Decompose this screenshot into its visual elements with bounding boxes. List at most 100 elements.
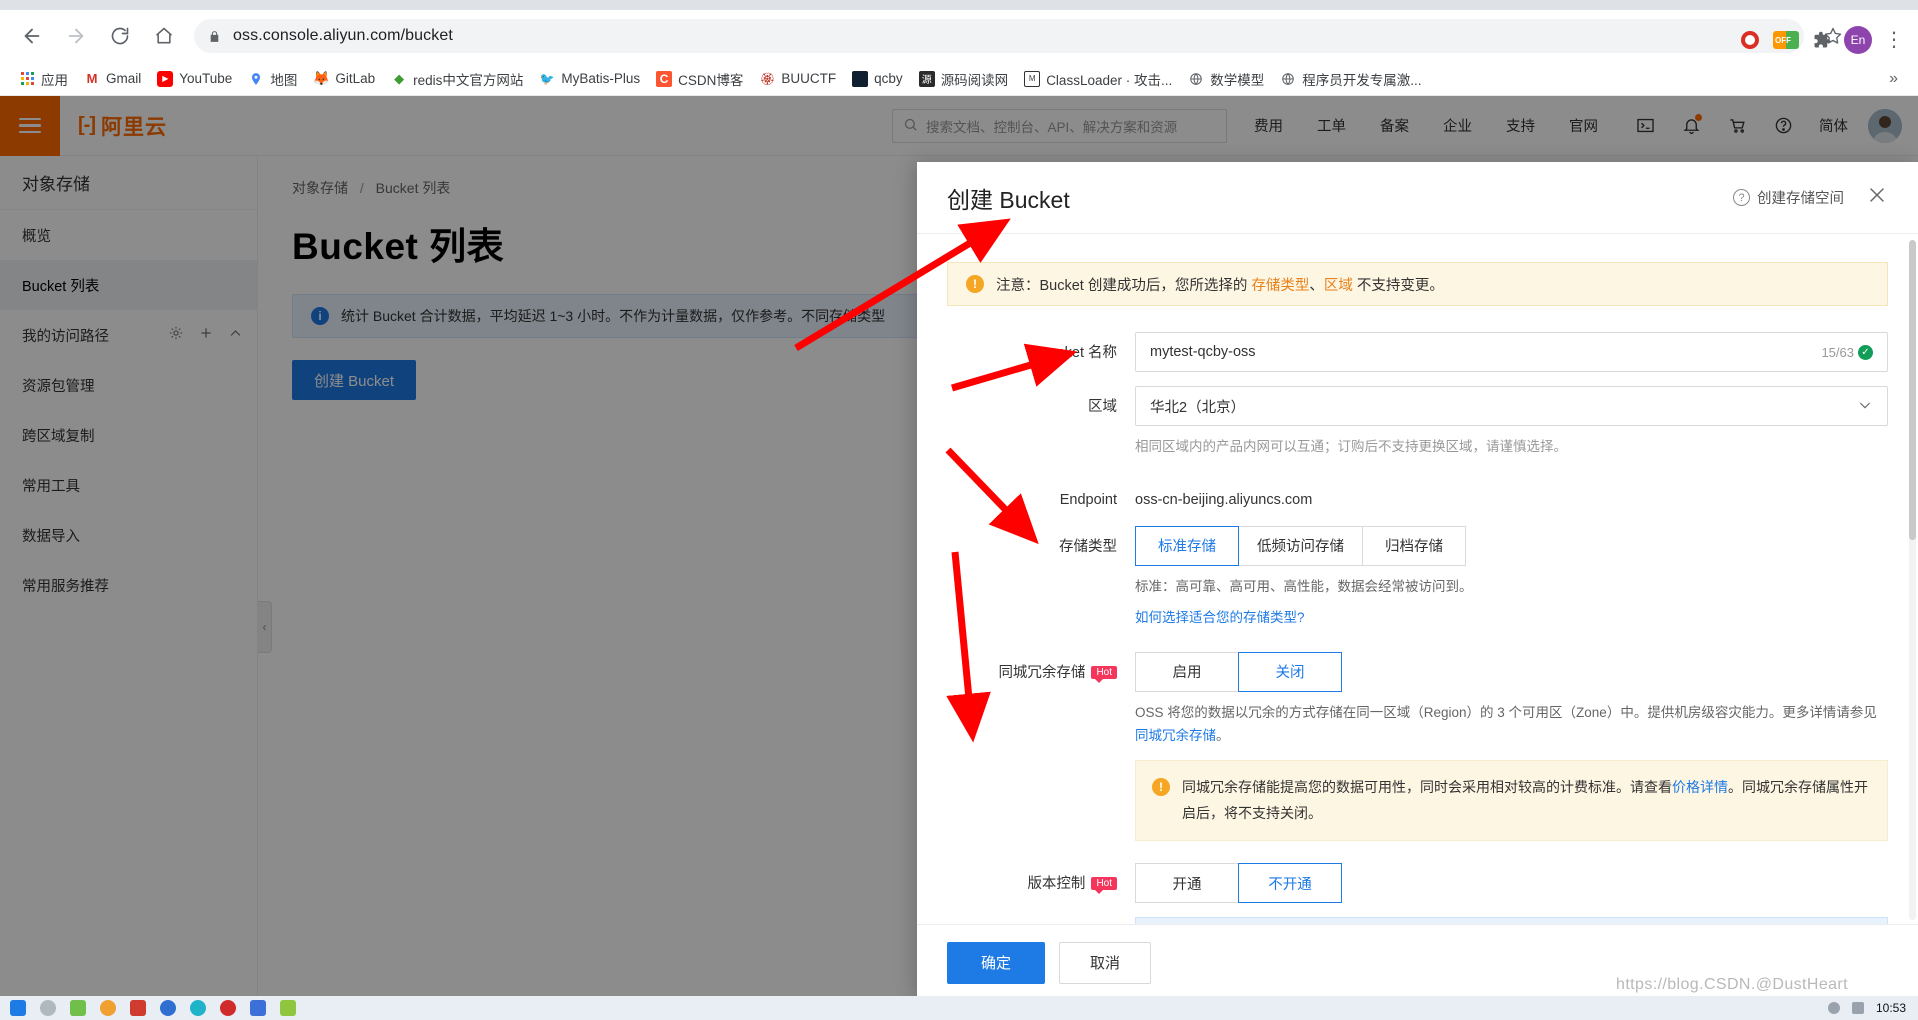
chevron-down-icon <box>1857 397 1873 416</box>
warning-icon: ! <box>1152 778 1170 796</box>
browser-menu-icon[interactable]: ⋮ <box>1878 24 1910 56</box>
bookmark-label: qcby <box>874 71 903 86</box>
endpoint-value: oss-cn-beijing.aliyuncs.com <box>1135 483 1888 508</box>
close-icon[interactable] <box>1866 184 1888 211</box>
forward-arrow-icon[interactable] <box>58 18 94 54</box>
bookmark-item[interactable]: 程序员开发专属激... <box>1273 66 1428 92</box>
field-versioning: 版本控制Hot 开通 不开通 <box>947 863 1888 924</box>
zrs-warning-text: 同城冗余存储能提高您的数据可用性，同时会采用相对较高的计费标准。请查看价格详情。… <box>1182 775 1871 827</box>
taskbar-tray-icon[interactable] <box>1828 1002 1840 1014</box>
qcby-icon <box>852 71 868 87</box>
bookmark-item[interactable]: M ClassLoader · 攻击... <box>1017 66 1179 92</box>
taskbar-app-icon[interactable] <box>130 1000 146 1016</box>
bookmark-label: 程序员开发专属激... <box>1302 69 1421 89</box>
confirm-button[interactable]: 确定 <box>947 942 1045 984</box>
dialog-help-link[interactable]: ? 创建存储空间 <box>1733 187 1844 208</box>
storage-class-segmented: 标准存储 低频访问存储 归档存储 <box>1135 526 1888 566</box>
taskbar-clock[interactable]: 10:53 <box>1876 1002 1906 1015</box>
profile-avatar[interactable]: En <box>1842 24 1874 56</box>
versioning-info-strip <box>1135 917 1888 924</box>
taskbar-start-icon[interactable] <box>10 1000 26 1016</box>
storage-class-help-link[interactable]: 如何选择适合您的存储类型? <box>1135 607 1888 630</box>
globe-icon <box>1280 71 1296 87</box>
bookmark-item[interactable]: 源 源码阅读网 <box>912 66 1016 92</box>
taskbar-app-icon[interactable] <box>220 1000 236 1016</box>
bookmark-item[interactable]: 地图 <box>241 66 304 92</box>
dialog-scrollbar-thumb[interactable] <box>1909 240 1916 540</box>
bookmark-label: 地图 <box>270 69 297 89</box>
versioning-option-enable[interactable]: 开通 <box>1135 863 1239 903</box>
bucket-name-value: mytest-qcby-oss <box>1150 344 1256 360</box>
bucket-name-label: Bucket 名称 <box>947 332 1135 372</box>
warning-text: 注意：Bucket 创建成功后，您所选择的 存储类型、区域 不支持变更。 <box>996 274 1444 295</box>
bookmark-item[interactable]: qcby <box>845 68 910 90</box>
storage-class-hint: 标准：高可靠、高可用、高性能，数据会经常被访问到。 <box>1135 576 1888 599</box>
bookmark-item[interactable]: 🦊 GitLab <box>306 68 382 90</box>
bookmark-label: 数学模型 <box>1210 69 1264 89</box>
bookmark-label: MyBatis-Plus <box>561 71 640 86</box>
bookmark-item[interactable]: M Gmail <box>77 68 148 90</box>
dialog-body: ! 注意：Bucket 创建成功后，您所选择的 存储类型、区域 不支持变更。 B… <box>917 234 1918 924</box>
bucket-name-input[interactable]: mytest-qcby-oss 15/63 ✓ <box>1135 332 1888 372</box>
classloader-icon: M <box>1024 71 1040 87</box>
region-value: 华北2（北京） <box>1150 396 1245 417</box>
zrs-option-disable[interactable]: 关闭 <box>1238 652 1342 692</box>
watermark: https://blog.CSDN.@DustHeart <box>1616 976 1848 994</box>
question-mark-icon: ? <box>1733 189 1750 206</box>
storage-class-option-archive[interactable]: 归档存储 <box>1362 526 1466 566</box>
taskbar-tray-icon[interactable] <box>1852 1002 1864 1014</box>
zrs-price-link[interactable]: 价格详情 <box>1672 779 1728 795</box>
taskbar-app-icon[interactable] <box>160 1000 176 1016</box>
warning-hl-storage: 存储类型 <box>1251 278 1309 294</box>
zrs-doc-link[interactable]: 同城冗余存储 <box>1135 728 1216 743</box>
bookmark-label: CSDN博客 <box>678 69 743 89</box>
bookmark-label: 应用 <box>41 69 68 89</box>
gmail-icon: M <box>84 71 100 87</box>
versioning-option-disable[interactable]: 不开通 <box>1238 863 1342 903</box>
address-bar[interactable]: oss.console.aliyun.com/bucket <box>194 19 1804 53</box>
bookmark-item[interactable]: ▶ YouTube <box>150 68 239 90</box>
bookmark-item[interactable]: C CSDN博客 <box>649 66 750 92</box>
taskbar-app-icon[interactable] <box>100 1000 116 1016</box>
taskbar-app-icon[interactable] <box>250 1000 266 1016</box>
redis-icon: ◆ <box>391 71 407 87</box>
reload-icon[interactable] <box>102 18 138 54</box>
mybatis-icon: 🐦 <box>539 71 555 87</box>
dialog-scrollbar[interactable] <box>1909 240 1916 920</box>
address-bar-url: oss.console.aliyun.com/bucket <box>233 27 453 45</box>
taskbar-search-icon[interactable] <box>40 1000 56 1016</box>
extensions-puzzle-icon[interactable] <box>1806 24 1838 56</box>
region-select[interactable]: 华北2（北京） <box>1135 386 1888 426</box>
back-arrow-icon[interactable] <box>14 18 50 54</box>
bookmarks-bar: 应用 M Gmail ▶ YouTube 地图 🦊 GitLab ◆ redis… <box>0 62 1918 96</box>
zrs-option-enable[interactable]: 启用 <box>1135 652 1239 692</box>
bookmark-item[interactable]: 数学模型 <box>1181 66 1271 92</box>
storage-class-option-ia[interactable]: 低频访问存储 <box>1238 526 1363 566</box>
taskbar-app-icon[interactable] <box>190 1000 206 1016</box>
storage-class-option-standard[interactable]: 标准存储 <box>1135 526 1239 566</box>
home-icon[interactable] <box>146 18 182 54</box>
bookmark-item[interactable]: 🏵 BUUCTF <box>752 68 843 90</box>
warning-hl-region: 区域 <box>1324 278 1353 294</box>
browser-tabstrip <box>0 0 1918 10</box>
extension-red-icon[interactable] <box>1734 24 1766 56</box>
taskbar-right: 10:53 <box>1828 1002 1918 1015</box>
taskbar-app-icon[interactable] <box>70 1000 86 1016</box>
maps-pin-icon <box>248 71 264 87</box>
cancel-button[interactable]: 取消 <box>1059 942 1151 984</box>
gitlab-icon: 🦊 <box>313 71 329 87</box>
bookmark-item[interactable]: 🐦 MyBatis-Plus <box>532 68 647 90</box>
field-endpoint: Endpoint oss-cn-beijing.aliyuncs.com <box>947 483 1888 508</box>
bookmark-item[interactable]: 应用 <box>12 66 75 92</box>
bookmark-label: GitLab <box>335 71 375 86</box>
extension-off-icon[interactable]: OFF <box>1770 24 1802 56</box>
taskbar: 10:53 <box>0 996 1918 1020</box>
bookmark-item[interactable]: ◆ redis中文官方网站 <box>384 66 530 92</box>
bookmarks-overflow-icon[interactable]: » <box>1881 68 1906 90</box>
lock-icon <box>208 30 221 43</box>
taskbar-app-icon[interactable] <box>280 1000 296 1016</box>
endpoint-label: Endpoint <box>947 483 1135 508</box>
field-bucket-name: Bucket 名称 mytest-qcby-oss 15/63 ✓ <box>947 332 1888 372</box>
region-label: 区域 <box>947 386 1135 459</box>
source-icon: 源 <box>919 71 935 87</box>
